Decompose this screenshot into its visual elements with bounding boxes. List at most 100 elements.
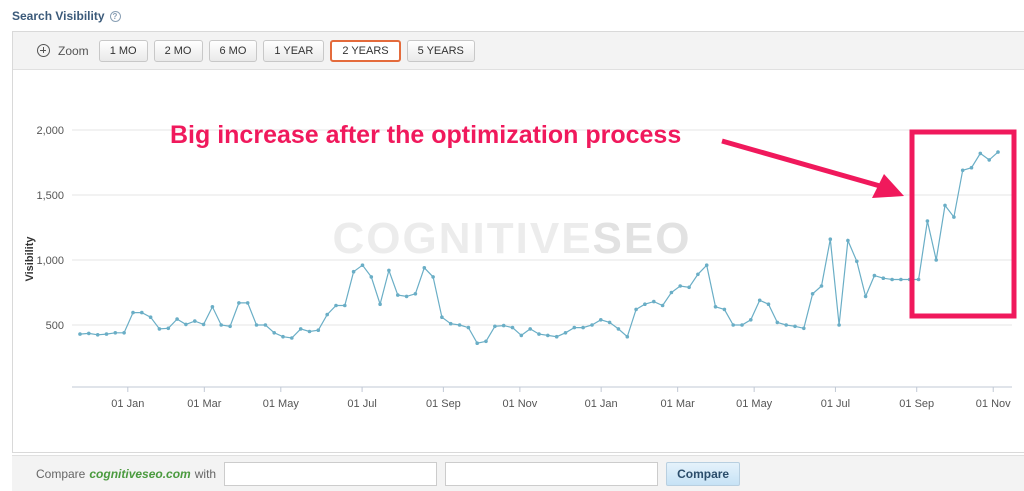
data-point bbox=[157, 327, 162, 331]
data-point bbox=[307, 329, 312, 334]
data-point bbox=[140, 310, 144, 315]
compare-suffix: with bbox=[194, 466, 217, 481]
y-tick-labels: 500 1,000 1,500 2,000 bbox=[36, 125, 64, 332]
data-point bbox=[519, 333, 524, 338]
data-point bbox=[254, 323, 259, 327]
data-point bbox=[431, 275, 435, 279]
data-point bbox=[404, 294, 409, 299]
x-tick-label: 01 May bbox=[263, 398, 300, 410]
data-point bbox=[484, 339, 488, 344]
data-point bbox=[863, 294, 868, 299]
data-point bbox=[669, 290, 674, 295]
data-point bbox=[652, 299, 656, 304]
data-point bbox=[201, 322, 206, 327]
data-point bbox=[996, 150, 1000, 154]
data-point bbox=[943, 203, 947, 208]
data-point bbox=[510, 325, 515, 330]
data-point bbox=[245, 301, 250, 305]
data-point bbox=[166, 326, 171, 331]
data-point bbox=[987, 158, 991, 162]
data-point bbox=[599, 318, 603, 322]
data-point bbox=[113, 331, 118, 335]
compare-input-2[interactable] bbox=[445, 461, 659, 486]
annotation-text: Big increase after the optimization proc… bbox=[170, 121, 681, 149]
data-point bbox=[837, 323, 841, 327]
data-point bbox=[881, 276, 886, 281]
data-point bbox=[457, 323, 462, 327]
data-point bbox=[563, 331, 568, 335]
data-point bbox=[643, 302, 647, 307]
data-point bbox=[846, 238, 850, 243]
x-tick-label: 01 Sep bbox=[899, 398, 934, 410]
data-point bbox=[581, 325, 585, 330]
data-point bbox=[952, 215, 956, 219]
data-point bbox=[343, 303, 347, 308]
visibility-chart: 5001,0001,5002,000 01 Jan 01 Mar 01 May 01 … bbox=[24, 121, 1017, 410]
data-point bbox=[528, 327, 532, 331]
data-point bbox=[537, 332, 541, 336]
data-point bbox=[554, 334, 559, 339]
data-point bbox=[978, 151, 983, 156]
data-point bbox=[766, 302, 771, 307]
data-point bbox=[210, 305, 215, 309]
x-tick-label: 01 Jan bbox=[585, 398, 618, 410]
data-point bbox=[793, 324, 797, 329]
data-point bbox=[298, 327, 303, 331]
data-point bbox=[466, 325, 471, 330]
data-point bbox=[802, 326, 806, 331]
data-point bbox=[969, 165, 974, 170]
data-point bbox=[387, 268, 391, 273]
x-tick-label: 01 Jan bbox=[111, 398, 144, 410]
data-point bbox=[572, 325, 577, 330]
data-point bbox=[819, 284, 824, 288]
watermark-left: COGNITIVE bbox=[333, 214, 593, 263]
data-point bbox=[660, 303, 665, 308]
data-point bbox=[960, 168, 965, 173]
x-tick-labels: 01 Jan 01 Mar 01 May 01 Jul 01 Sep 01 Nov 01 J… bbox=[111, 387, 1011, 410]
data-point bbox=[122, 331, 126, 335]
data-point bbox=[325, 312, 330, 317]
data-point bbox=[704, 263, 709, 268]
data-point bbox=[607, 320, 612, 325]
data-point bbox=[493, 324, 497, 329]
x-tick-label: 01 Jul bbox=[347, 398, 376, 410]
data-point bbox=[855, 259, 859, 264]
compare-input-1[interactable] bbox=[224, 461, 438, 486]
data-point bbox=[687, 285, 691, 290]
data-point bbox=[78, 332, 82, 336]
data-point bbox=[696, 272, 700, 277]
x-tick-label: 01 Nov bbox=[976, 398, 1011, 410]
data-point bbox=[475, 341, 480, 346]
data-point bbox=[193, 319, 197, 323]
data-point bbox=[899, 277, 903, 282]
data-point bbox=[413, 292, 418, 296]
compare-bar: Compare cognitiveseo.com with Compare bbox=[12, 455, 1024, 491]
data-point bbox=[131, 310, 135, 315]
data-point bbox=[916, 277, 921, 282]
data-point bbox=[740, 323, 744, 327]
data-point bbox=[731, 323, 735, 327]
data-point bbox=[378, 302, 382, 307]
compare-site-link[interactable]: cognitiveseo.com bbox=[89, 467, 190, 481]
data-point bbox=[175, 317, 179, 321]
x-tick-label: 01 May bbox=[736, 398, 773, 410]
data-point bbox=[334, 303, 338, 308]
data-point bbox=[448, 321, 453, 326]
data-point bbox=[678, 284, 682, 288]
data-point bbox=[351, 269, 356, 274]
data-point bbox=[281, 334, 285, 339]
x-tick-label: 01 Jul bbox=[821, 398, 850, 410]
x-tick-label: 01 Mar bbox=[661, 398, 696, 410]
compare-prefix: Compare bbox=[36, 466, 86, 481]
data-point bbox=[422, 266, 427, 270]
data-point bbox=[228, 324, 232, 329]
data-point bbox=[634, 307, 638, 312]
data-point bbox=[263, 323, 268, 327]
compare-button[interactable]: Compare bbox=[666, 461, 741, 486]
y-tick-label: 1,000 bbox=[36, 255, 64, 267]
data-point bbox=[369, 275, 374, 279]
data-point bbox=[272, 331, 277, 335]
data-point bbox=[784, 323, 788, 327]
data-point bbox=[87, 331, 91, 336]
data-point bbox=[590, 323, 594, 327]
